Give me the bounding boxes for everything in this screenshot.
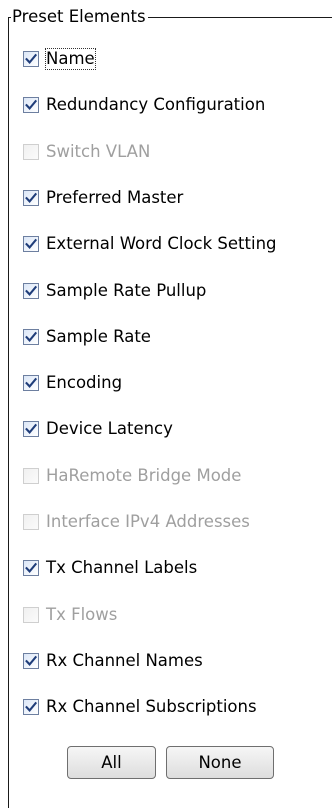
all-button[interactable]: All <box>67 746 156 779</box>
checkmark-icon <box>25 562 37 573</box>
option-label: Redundancy Configuration <box>46 95 266 114</box>
option-label: Switch VLAN <box>46 142 151 161</box>
option-encoding[interactable]: Encoding <box>23 367 122 399</box>
sample-rate-pullup-checkbox[interactable] <box>23 283 39 299</box>
checkmark-icon <box>25 99 37 110</box>
option-device-latency[interactable]: Device Latency <box>23 413 173 445</box>
option-label: Interface IPv4 Addresses <box>46 512 250 531</box>
device-latency-checkbox[interactable] <box>23 421 39 437</box>
option-label: Name <box>45 48 96 70</box>
option-interface-ipv4-addresses: Interface IPv4 Addresses <box>23 506 250 538</box>
option-label: Sample Rate <box>46 327 151 346</box>
option-rx-channel-names[interactable]: Rx Channel Names <box>23 645 203 677</box>
option-rx-channel-subscriptions[interactable]: Rx Channel Subscriptions <box>23 691 257 723</box>
checkmark-icon <box>25 377 37 388</box>
external-word-clock-setting-checkbox[interactable] <box>23 236 39 252</box>
name-checkbox[interactable] <box>23 51 39 67</box>
option-redundancy-configuration[interactable]: Redundancy Configuration <box>23 89 265 121</box>
none-button[interactable]: None <box>166 746 274 779</box>
option-switch-vlan: Switch VLAN <box>23 136 150 168</box>
redundancy-configuration-checkbox[interactable] <box>23 97 39 113</box>
checkmark-icon <box>25 331 37 342</box>
option-label: Encoding <box>46 373 123 392</box>
group-title: Preset Elements <box>11 6 148 28</box>
encoding-checkbox[interactable] <box>23 375 39 391</box>
option-label: Rx Channel Subscriptions <box>46 697 257 716</box>
rx-channel-names-checkbox[interactable] <box>23 653 39 669</box>
tx-channel-labels-checkbox[interactable] <box>23 560 39 576</box>
option-label: External Word Clock Setting <box>46 234 277 253</box>
preferred-master-checkbox[interactable] <box>23 190 39 206</box>
option-sample-rate-pullup[interactable]: Sample Rate Pullup <box>23 275 206 307</box>
option-label: Device Latency <box>46 419 173 438</box>
option-tx-flows: Tx Flows <box>23 599 117 631</box>
option-haremote-bridge-mode: HaRemote Bridge Mode <box>23 460 241 492</box>
checkmark-icon <box>25 53 37 64</box>
rx-channel-subscriptions-checkbox[interactable] <box>23 699 39 715</box>
checkmark-icon <box>25 701 37 712</box>
option-sample-rate[interactable]: Sample Rate <box>23 321 151 353</box>
option-label: Rx Channel Names <box>46 651 203 670</box>
option-name[interactable]: Name <box>23 43 96 75</box>
option-tx-channel-labels[interactable]: Tx Channel Labels <box>23 552 197 584</box>
interface-ipv4-addresses-checkbox <box>23 514 39 530</box>
haremote-bridge-mode-checkbox <box>23 468 39 484</box>
option-label: Tx Flows <box>46 605 118 624</box>
checkmark-icon <box>25 423 37 434</box>
option-label: Tx Channel Labels <box>46 558 198 577</box>
switch-vlan-checkbox <box>23 144 39 160</box>
sample-rate-checkbox[interactable] <box>23 329 39 345</box>
option-label: Preferred Master <box>46 188 184 207</box>
option-preferred-master[interactable]: Preferred Master <box>23 182 183 214</box>
option-external-word-clock-setting[interactable]: External Word Clock Setting <box>23 228 277 260</box>
checkmark-icon <box>25 655 37 666</box>
checkmark-icon <box>25 238 37 249</box>
option-label: Sample Rate Pullup <box>46 281 207 300</box>
checkmark-icon <box>25 192 37 203</box>
option-label: HaRemote Bridge Mode <box>46 466 242 485</box>
tx-flows-checkbox <box>23 607 39 623</box>
checkmark-icon <box>25 285 37 296</box>
